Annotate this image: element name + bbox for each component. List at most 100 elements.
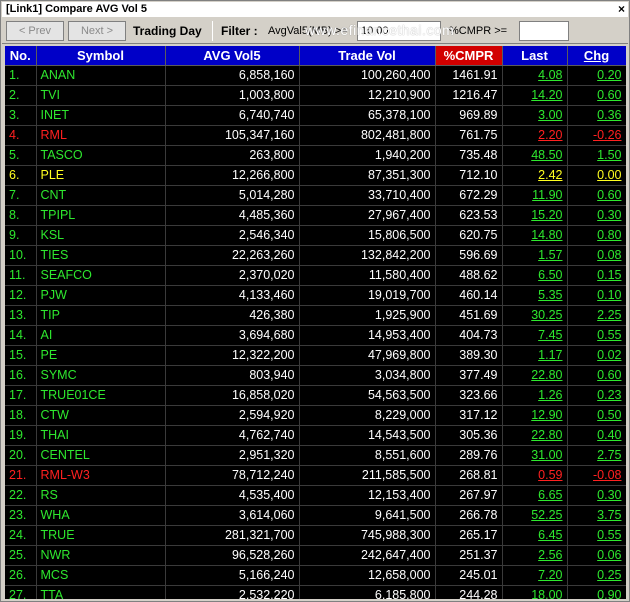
change-link[interactable]: 0.15 [567, 265, 626, 286]
change-link[interactable]: 0.80 [567, 225, 626, 246]
table-row[interactable]: 12. PJW 4,133,460 19,019,700 460.14 5.35 0.10 [5, 285, 626, 306]
symbol-cell[interactable]: PE [36, 345, 166, 366]
change-link[interactable]: 0.30 [567, 485, 626, 506]
symbol-cell[interactable]: INET [36, 105, 166, 126]
last-price-link[interactable]: 11.90 [502, 185, 568, 206]
change-link[interactable]: 0.90 [567, 585, 626, 599]
table-row[interactable]: 27. TTA 2,532,220 6,185,800 244.28 18.00 0.90 [5, 585, 626, 599]
table-row[interactable]: 9. KSL 2,546,340 15,806,500 620.75 14.80 0.80 [5, 225, 626, 246]
change-link[interactable]: 0.08 [567, 245, 626, 266]
change-link[interactable]: 0.23 [567, 385, 626, 406]
change-link[interactable]: -0.08 [567, 465, 626, 486]
change-link[interactable]: 2.25 [567, 305, 626, 326]
col-header-last[interactable]: Last [502, 46, 568, 66]
table-row[interactable]: 16. SYMC 803,940 3,034,800 377.49 22.80 0.60 [5, 365, 626, 386]
symbol-cell[interactable]: RS [36, 485, 166, 506]
change-link[interactable]: -0.26 [567, 125, 626, 146]
table-row[interactable]: 14. AI 3,694,680 14,953,400 404.73 7.45 0.55 [5, 325, 626, 346]
symbol-cell[interactable]: CTW [36, 405, 166, 426]
last-price-link[interactable]: 31.00 [502, 445, 568, 466]
table-row[interactable]: 8. TPIPL 4,485,360 27,967,400 623.53 15.20 0.3… [5, 205, 626, 226]
symbol-cell[interactable]: AI [36, 325, 166, 346]
last-price-link[interactable]: 6.45 [502, 525, 568, 546]
last-price-link[interactable]: 2.56 [502, 545, 568, 566]
change-link[interactable]: 0.36 [567, 105, 626, 126]
change-link[interactable]: 0.40 [567, 425, 626, 446]
last-price-link[interactable]: 52.25 [502, 505, 568, 526]
last-price-link[interactable]: 15.20 [502, 205, 568, 226]
table-row[interactable]: 17. TRUE01CE 16,858,020 54,563,500 323.66 1.2… [5, 385, 626, 406]
symbol-cell[interactable]: TVI [36, 85, 166, 106]
last-price-link[interactable]: 6.50 [502, 265, 568, 286]
symbol-cell[interactable]: TRUE [36, 525, 166, 546]
table-row[interactable]: 6. PLE 12,266,800 87,351,300 712.10 2.42 0.00 [5, 165, 626, 186]
table-row[interactable]: 26. MCS 5,166,240 12,658,000 245.01 7.20 0.25 [5, 565, 626, 586]
symbol-cell[interactable]: KSL [36, 225, 166, 246]
symbol-cell[interactable]: RML [36, 125, 166, 146]
symbol-cell[interactable]: WHA [36, 505, 166, 526]
last-price-link[interactable]: 6.65 [502, 485, 568, 506]
symbol-cell[interactable]: TPIPL [36, 205, 166, 226]
table-row[interactable]: 13. TIP 426,380 1,925,900 451.69 30.25 2.25 [5, 305, 626, 326]
last-price-link[interactable]: 3.00 [502, 105, 568, 126]
symbol-cell[interactable]: TASCO [36, 145, 166, 166]
last-price-link[interactable]: 14.20 [502, 85, 568, 106]
symbol-cell[interactable]: THAI [36, 425, 166, 446]
symbol-cell[interactable]: RML-W3 [36, 465, 166, 486]
last-price-link[interactable]: 7.45 [502, 325, 568, 346]
last-price-link[interactable]: 1.26 [502, 385, 568, 406]
last-price-link[interactable]: 12.90 [502, 405, 568, 426]
symbol-cell[interactable]: ANAN [36, 65, 166, 86]
last-price-link[interactable]: 7.20 [502, 565, 568, 586]
symbol-cell[interactable]: SYMC [36, 365, 166, 386]
table-row[interactable]: 18. CTW 2,594,920 8,229,000 317.12 12.90 0.50 [5, 405, 626, 426]
table-row[interactable]: 4. RML 105,347,160 802,481,800 761.75 2.20 -0.… [5, 125, 626, 146]
change-link[interactable]: 0.25 [567, 565, 626, 586]
last-price-link[interactable]: 30.25 [502, 305, 568, 326]
cmpr-filter-input[interactable] [519, 21, 569, 41]
last-price-link[interactable]: 5.35 [502, 285, 568, 306]
change-link[interactable]: 0.60 [567, 365, 626, 386]
symbol-cell[interactable]: PLE [36, 165, 166, 186]
last-price-link[interactable]: 4.08 [502, 65, 568, 86]
symbol-cell[interactable]: CNT [36, 185, 166, 206]
change-link[interactable]: 2.75 [567, 445, 626, 466]
table-row[interactable]: 7. CNT 5,014,280 33,710,400 672.29 11.90 0.60 [5, 185, 626, 206]
table-row[interactable]: 22. RS 4,535,400 12,153,400 267.97 6.65 0.30 [5, 485, 626, 506]
symbol-cell[interactable]: NWR [36, 545, 166, 566]
table-row[interactable]: 5. TASCO 263,800 1,940,200 735.48 48.50 1.50 [5, 145, 626, 166]
symbol-cell[interactable]: SEAFCO [36, 265, 166, 286]
col-header-avg-vol5[interactable]: AVG Vol5 [165, 46, 300, 66]
last-price-link[interactable]: 18.00 [502, 585, 568, 599]
change-link[interactable]: 1.50 [567, 145, 626, 166]
symbol-cell[interactable]: TRUE01CE [36, 385, 166, 406]
last-price-link[interactable]: 1.57 [502, 245, 568, 266]
table-row[interactable]: 21. RML-W3 78,712,240 211,585,500 268.81 0.59… [5, 465, 626, 486]
change-link[interactable]: 0.55 [567, 325, 626, 346]
col-header-cmpr[interactable]: %CMPR [435, 46, 503, 66]
last-price-link[interactable]: 0.59 [502, 465, 568, 486]
last-price-link[interactable]: 2.20 [502, 125, 568, 146]
change-link[interactable]: 0.55 [567, 525, 626, 546]
prev-button[interactable]: < Prev [6, 21, 64, 41]
symbol-cell[interactable]: TIES [36, 245, 166, 266]
close-icon[interactable]: × [618, 2, 625, 17]
next-button[interactable]: Next > [68, 21, 126, 41]
col-header-no[interactable]: No. [5, 46, 37, 66]
table-row[interactable]: 10. TIES 22,263,260 132,842,200 596.69 1.57 0.… [5, 245, 626, 266]
symbol-cell[interactable]: MCS [36, 565, 166, 586]
symbol-cell[interactable]: TIP [36, 305, 166, 326]
symbol-cell[interactable]: PJW [36, 285, 166, 306]
col-header-chg[interactable]: Chg [567, 46, 626, 66]
change-link[interactable]: 0.00 [567, 165, 626, 186]
change-link[interactable]: 0.06 [567, 545, 626, 566]
last-price-link[interactable]: 22.80 [502, 365, 568, 386]
table-row[interactable]: 25. NWR 96,528,260 242,647,400 251.37 2.56 0.0… [5, 545, 626, 566]
table-row[interactable]: 20. CENTEL 2,951,320 8,551,600 289.76 31.00 2.… [5, 445, 626, 466]
table-row[interactable]: 11. SEAFCO 2,370,020 11,580,400 488.62 6.50 0.… [5, 265, 626, 286]
change-link[interactable]: 0.20 [567, 65, 626, 86]
table-row[interactable]: 24. TRUE 281,321,700 745,988,300 265.17 6.45 0… [5, 525, 626, 546]
symbol-cell[interactable]: TTA [36, 585, 166, 599]
last-price-link[interactable]: 22.80 [502, 425, 568, 446]
col-header-symbol[interactable]: Symbol [36, 46, 166, 66]
